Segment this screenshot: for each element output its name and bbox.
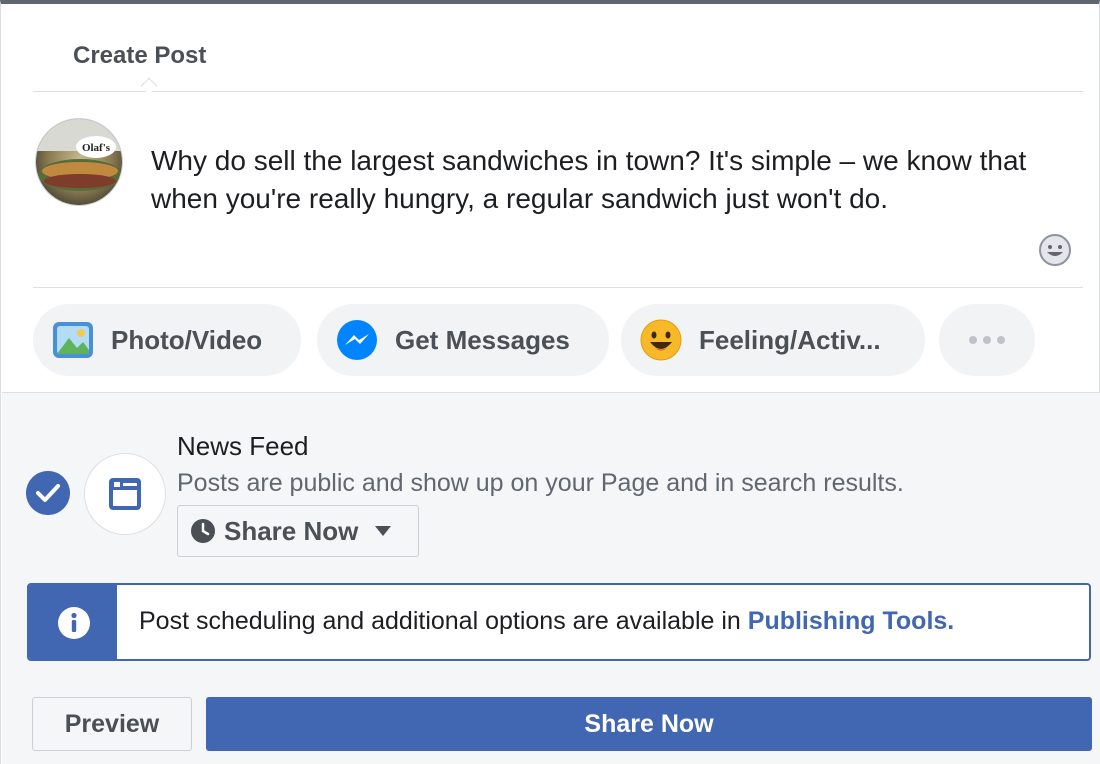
notice-message: Post scheduling and additional options a… <box>139 607 748 635</box>
post-composer: Olaf's Why do sell the largest sandwiche… <box>33 92 1083 288</box>
info-sidebar <box>29 585 117 659</box>
preview-button[interactable]: Preview <box>32 697 192 751</box>
tab-create-post[interactable]: Create Post <box>73 42 206 70</box>
news-feed-icon-wrap <box>84 453 166 535</box>
caret-down-icon <box>375 526 392 536</box>
create-post-dialog: Create Post Olaf's Why do sell the large… <box>0 0 1100 764</box>
feeling-activity-label: Feeling/Activ... <box>699 324 881 355</box>
news-feed-checkbox[interactable] <box>26 471 70 515</box>
messenger-icon <box>337 320 377 360</box>
photo-video-icon <box>53 322 93 358</box>
post-text-input[interactable]: Why do sell the largest sandwiches in to… <box>151 142 1031 218</box>
smiley-icon[interactable] <box>1037 232 1073 268</box>
dialog-header: Create Post <box>33 34 1083 95</box>
feeling-emoji-icon <box>640 319 682 361</box>
photo-video-label: Photo/Video <box>111 324 263 355</box>
news-feed-icon <box>109 478 141 510</box>
info-icon <box>58 607 90 639</box>
share-timing-dropdown[interactable]: Share Now <box>177 505 419 557</box>
more-options-button[interactable] <box>939 304 1035 376</box>
news-feed-description: Posts are public and show up on your Pag… <box>177 469 904 497</box>
notice-text: Post scheduling and additional options a… <box>139 607 954 636</box>
share-now-button[interactable]: Share Now <box>206 697 1092 751</box>
share-timing-label: Share Now <box>224 515 359 546</box>
publishing-tools-notice: Post scheduling and additional options a… <box>27 583 1091 661</box>
avatar-image: Olaf's <box>36 119 122 205</box>
avatar-logo-text: Olaf's <box>82 142 111 154</box>
distribution-section: News Feed Posts are public and show up o… <box>2 392 1100 764</box>
feeling-activity-button[interactable]: Feeling/Activ... <box>621 304 925 376</box>
page-avatar[interactable]: Olaf's <box>35 118 123 206</box>
news-feed-title: News Feed <box>177 431 309 461</box>
get-messages-label: Get Messages <box>395 324 570 355</box>
publishing-tools-link[interactable]: Publishing Tools. <box>748 607 954 635</box>
photo-video-button[interactable]: Photo/Video <box>33 304 301 376</box>
more-dots-icon <box>969 336 1005 344</box>
clock-icon <box>191 519 215 543</box>
get-messages-button[interactable]: Get Messages <box>317 304 609 376</box>
